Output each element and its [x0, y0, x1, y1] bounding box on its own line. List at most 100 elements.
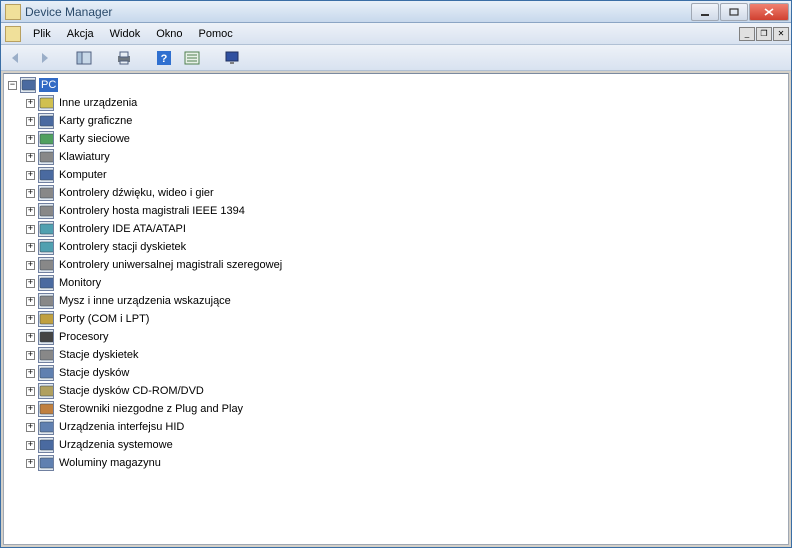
tree-item[interactable]: + Stacje dysków CD-ROM/DVD [8, 382, 788, 400]
expander-icon[interactable]: + [26, 387, 35, 396]
mdi-controls: _ ❐ ✕ [739, 27, 789, 41]
system-icon [38, 437, 54, 453]
tree-item-label[interactable]: Urządzenia interfejsu HID [57, 420, 186, 434]
tree-root[interactable]: − PC [8, 76, 788, 94]
tree-item-label[interactable]: Kontrolery uniwersalnej magistrali szere… [57, 258, 284, 272]
titlebar: Device Manager [1, 1, 791, 23]
tree-item-label[interactable]: Monitory [57, 276, 103, 290]
tree-item[interactable]: + Kontrolery dźwięku, wideo i gier [8, 184, 788, 202]
expander-icon[interactable]: − [8, 81, 17, 90]
forward-button[interactable] [33, 47, 55, 69]
tree-item[interactable]: + Kontrolery stacji dyskietek [8, 238, 788, 256]
tree-item-label[interactable]: Stacje dysków CD-ROM/DVD [57, 384, 206, 398]
tree-item-label[interactable]: Kontrolery dźwięku, wideo i gier [57, 186, 216, 200]
tree-item-label[interactable]: Procesory [57, 330, 111, 344]
tree-item[interactable]: + Porty (COM i LPT) [8, 310, 788, 328]
expander-icon[interactable]: + [26, 99, 35, 108]
expander-icon[interactable]: + [26, 207, 35, 216]
expander-icon[interactable]: + [26, 405, 35, 414]
mdi-app-icon [5, 26, 21, 42]
tree-item[interactable]: + Stacje dyskietek [8, 346, 788, 364]
minimize-button[interactable] [691, 3, 719, 21]
display-icon [38, 113, 54, 129]
toolbar-button-3[interactable] [181, 47, 203, 69]
tree-item-label[interactable]: Klawiatury [57, 150, 112, 164]
tree-item[interactable]: + Karty graficzne [8, 112, 788, 130]
expander-icon[interactable]: + [26, 333, 35, 342]
tree-item-label[interactable]: Kontrolery hosta magistrali IEEE 1394 [57, 204, 247, 218]
expander-icon[interactable]: + [26, 135, 35, 144]
tree-item-label[interactable]: Kontrolery stacji dyskietek [57, 240, 188, 254]
toolbar-button-2[interactable] [113, 47, 135, 69]
mdi-close-button[interactable]: ✕ [773, 27, 789, 41]
tree-item[interactable]: + Kontrolery IDE ATA/ATAPI [8, 220, 788, 238]
menu-pomoc[interactable]: Pomoc [191, 26, 241, 42]
tree-root-label[interactable]: PC [39, 78, 58, 92]
tree-item-label[interactable]: Urządzenia systemowe [57, 438, 175, 452]
toolbar-button-1[interactable] [73, 47, 95, 69]
tree-item[interactable]: + Stacje dysków [8, 364, 788, 382]
tree-item[interactable]: + Urządzenia systemowe [8, 436, 788, 454]
menu-widok[interactable]: Widok [102, 26, 149, 42]
maximize-button[interactable] [720, 3, 748, 21]
back-button[interactable] [5, 47, 27, 69]
volume-icon [38, 455, 54, 471]
menu-akcja[interactable]: Akcja [59, 26, 102, 42]
tree-item[interactable]: + Mysz i inne urządzenia wskazujące [8, 292, 788, 310]
expander-icon[interactable]: + [26, 459, 35, 468]
hid-icon [38, 419, 54, 435]
close-button[interactable] [749, 3, 789, 21]
expander-icon[interactable]: + [26, 171, 35, 180]
expander-icon[interactable]: + [26, 279, 35, 288]
tree-item-label[interactable]: Porty (COM i LPT) [57, 312, 151, 326]
expander-icon[interactable]: + [26, 297, 35, 306]
floppy-icon [38, 347, 54, 363]
menu-plik[interactable]: Plik [25, 26, 59, 42]
tree-item-label[interactable]: Komputer [57, 168, 109, 182]
tree-item-label[interactable]: Woluminy magazynu [57, 456, 163, 470]
expander-icon[interactable]: + [26, 189, 35, 198]
device-tree[interactable]: − PC + Inne urządzenia + Karty graficzne + Kart… [4, 74, 788, 474]
tree-item-label[interactable]: Karty graficzne [57, 114, 134, 128]
keyboard-icon [38, 149, 54, 165]
tree-item[interactable]: + Kontrolery hosta magistrali IEEE 1394 [8, 202, 788, 220]
tree-item[interactable]: + Inne urządzenia [8, 94, 788, 112]
expander-icon[interactable]: + [26, 261, 35, 270]
tree-item[interactable]: + Procesory [8, 328, 788, 346]
floppy-ctl-icon [38, 239, 54, 255]
mdi-restore-button[interactable]: ❐ [756, 27, 772, 41]
expander-icon[interactable]: + [26, 441, 35, 450]
mdi-minimize-button[interactable]: _ [739, 27, 755, 41]
tree-item-label[interactable]: Inne urządzenia [57, 96, 139, 110]
tree-item[interactable]: + Sterowniki niezgodne z Plug and Play [8, 400, 788, 418]
expander-icon[interactable]: + [26, 243, 35, 252]
expander-icon[interactable]: + [26, 153, 35, 162]
expander-icon[interactable]: + [26, 351, 35, 360]
tree-item[interactable]: + Klawiatury [8, 148, 788, 166]
tree-item-label[interactable]: Sterowniki niezgodne z Plug and Play [57, 402, 245, 416]
expander-icon[interactable]: + [26, 315, 35, 324]
expander-icon[interactable]: + [26, 225, 35, 234]
expander-icon[interactable]: + [26, 369, 35, 378]
device-manager-window: Device Manager Plik Akcja Widok Okno Pom… [0, 0, 792, 548]
tree-item[interactable]: + Woluminy magazynu [8, 454, 788, 472]
tree-item-label[interactable]: Kontrolery IDE ATA/ATAPI [57, 222, 188, 236]
tree-item-label[interactable]: Stacje dyskietek [57, 348, 140, 362]
tree-item-label[interactable]: Karty sieciowe [57, 132, 132, 146]
toolbar-button-4[interactable] [221, 47, 243, 69]
arrow-left-icon [8, 51, 24, 65]
tree-item-label[interactable]: Mysz i inne urządzenia wskazujące [57, 294, 233, 308]
printer-icon [116, 50, 132, 66]
arrow-right-icon [36, 51, 52, 65]
tree-item[interactable]: + Monitory [8, 274, 788, 292]
content-area: − PC + Inne urządzenia + Karty graficzne + Kart… [3, 73, 789, 545]
tree-item-label[interactable]: Stacje dysków [57, 366, 131, 380]
tree-item[interactable]: + Karty sieciowe [8, 130, 788, 148]
expander-icon[interactable]: + [26, 117, 35, 126]
tree-item[interactable]: + Komputer [8, 166, 788, 184]
tree-item[interactable]: + Kontrolery uniwersalnej magistrali szer… [8, 256, 788, 274]
help-button[interactable]: ? [153, 47, 175, 69]
menu-okno[interactable]: Okno [148, 26, 190, 42]
tree-item[interactable]: + Urządzenia interfejsu HID [8, 418, 788, 436]
expander-icon[interactable]: + [26, 423, 35, 432]
